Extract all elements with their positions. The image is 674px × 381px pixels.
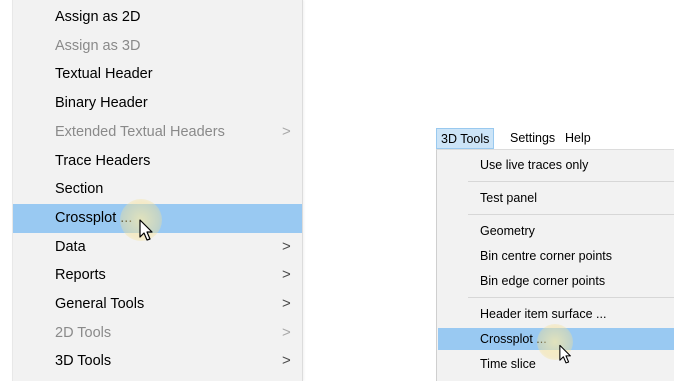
separator — [468, 181, 674, 182]
menu-item-section[interactable]: Section — [13, 175, 302, 204]
submenu-arrow-icon: > — [282, 352, 291, 370]
menu-item-data[interactable]: Data > — [13, 233, 302, 262]
submenu-arrow-icon: > — [282, 323, 291, 341]
mouse-pointer-icon — [559, 344, 571, 364]
dropdown-item-geometry[interactable]: Geometry — [438, 220, 674, 242]
dropdown-item-bin-edge-corner-points[interactable]: Bin edge corner points — [438, 270, 674, 292]
menubar-help[interactable]: Help — [561, 128, 595, 149]
submenu-arrow-icon: > — [282, 237, 291, 255]
dropdown-item-header-item-surface[interactable]: Header item surface ... — [438, 303, 674, 325]
submenu-arrow-icon: > — [282, 122, 291, 140]
menubar: 3D Tools Settings Help — [436, 128, 672, 149]
context-menu: Assign as 2D Assign as 3D Textual Header… — [12, 0, 303, 381]
menu-item-reports[interactable]: Reports > — [13, 261, 302, 290]
submenu-arrow-icon: > — [282, 295, 291, 312]
dropdown-item-bin-centre-corner-points[interactable]: Bin centre corner points — [438, 245, 674, 267]
menu-item-general-tools[interactable]: General Tools > — [13, 290, 302, 319]
menu-item-binary-header[interactable]: Binary Header — [13, 89, 302, 118]
submenu-arrow-icon: > — [282, 266, 291, 284]
menu-item-trace-headers[interactable]: Trace Headers — [13, 147, 302, 176]
dropdown-item-test-panel[interactable]: Test panel — [438, 187, 674, 209]
menu-item-assign-2d[interactable]: Assign as 2D — [13, 3, 302, 32]
menubar-3d-tools[interactable]: 3D Tools — [436, 128, 495, 149]
menu-item-assign-3d: Assign as 3D — [55, 37, 141, 54]
dropdown-item-use-live-traces[interactable]: Use live traces only — [438, 154, 674, 176]
mouse-pointer-icon — [139, 219, 153, 241]
separator — [468, 297, 674, 298]
menu-item-extended-textual-headers: Extended Textual Headers > — [13, 118, 302, 147]
menu-item-3d-tools[interactable]: 3D Tools > — [13, 347, 302, 376]
separator — [468, 214, 674, 215]
menubar-settings[interactable]: Settings — [506, 128, 559, 149]
menu-item-2d-tools: 2D Tools > — [13, 319, 302, 348]
menu-item-textual-header[interactable]: Textual Header — [13, 60, 302, 89]
